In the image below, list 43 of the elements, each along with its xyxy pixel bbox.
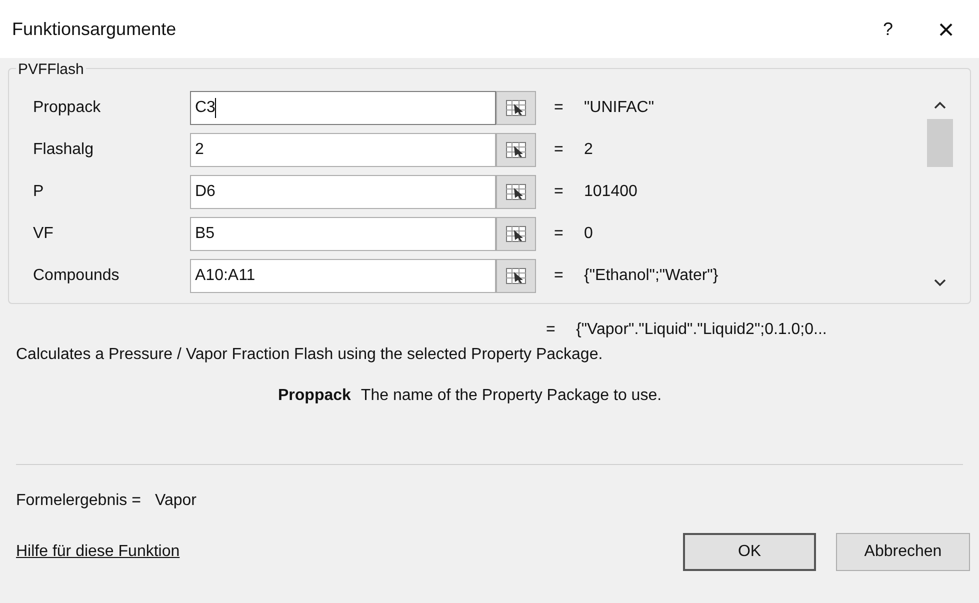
equals-sign: = <box>554 140 564 160</box>
close-button[interactable]: × <box>913 9 979 49</box>
argument-result: "UNIFAC" <box>584 98 654 118</box>
cell-reference-icon <box>506 268 526 284</box>
argument-label: Proppack <box>33 98 102 118</box>
argument-result: 101400 <box>584 182 638 202</box>
collapse-dialog-button[interactable] <box>496 133 536 167</box>
argument-label: Compounds <box>33 266 120 286</box>
argument-description: Proppack The name of the Property Package to use. <box>277 386 663 406</box>
cell-reference-icon <box>506 226 526 242</box>
argument-label: Flashalg <box>33 140 94 160</box>
argument-label: P <box>33 182 45 202</box>
argument-result: {"Ethanol";"Water"} <box>584 266 718 286</box>
equals-sign: = <box>554 98 564 118</box>
argument-field[interactable]: 2 <box>190 133 496 167</box>
equals-sign: = <box>554 182 564 202</box>
formula-result-value: Vapor <box>154 491 196 511</box>
collapse-dialog-button[interactable] <box>496 259 536 293</box>
argument-label: VF <box>33 224 54 244</box>
argument-result: 0 <box>584 224 593 244</box>
collapse-dialog-button[interactable] <box>496 91 536 125</box>
help-link[interactable]: Hilfe für diese Funktion <box>16 540 663 564</box>
argument-field[interactable]: D6 <box>190 175 496 209</box>
collapse-dialog-button[interactable] <box>496 217 536 251</box>
collapse-dialog-button[interactable] <box>496 175 536 209</box>
argument-result: 2 <box>584 140 593 160</box>
argument-field[interactable]: C3 <box>190 91 496 125</box>
formula-result-label: Formelergebnis = <box>16 491 141 511</box>
dialog-button[interactable]: OK <box>683 533 816 571</box>
cell-reference-icon <box>506 184 526 200</box>
dialog-button[interactable]: Abbrechen <box>836 533 970 571</box>
argument-field[interactable]: A10:A11 <box>190 259 496 293</box>
function-result: {"Vapor"."Liquid"."Liquid2";0.1.0;0... <box>576 320 827 340</box>
equals-sign: = <box>546 320 556 340</box>
scrollbar-thumb[interactable] <box>927 119 953 167</box>
help-button[interactable]: ? <box>863 9 913 49</box>
function-description: Calculates a Pressure / Vapor Fraction Flash using the selected Property Package. <box>15 345 604 365</box>
window-title: Funktionsargumente <box>12 18 178 41</box>
cell-reference-icon <box>506 142 526 158</box>
cell-reference-icon <box>506 100 526 116</box>
equals-sign: = <box>554 266 564 286</box>
argument-field[interactable]: B5 <box>190 217 496 251</box>
equals-sign: = <box>554 224 564 244</box>
